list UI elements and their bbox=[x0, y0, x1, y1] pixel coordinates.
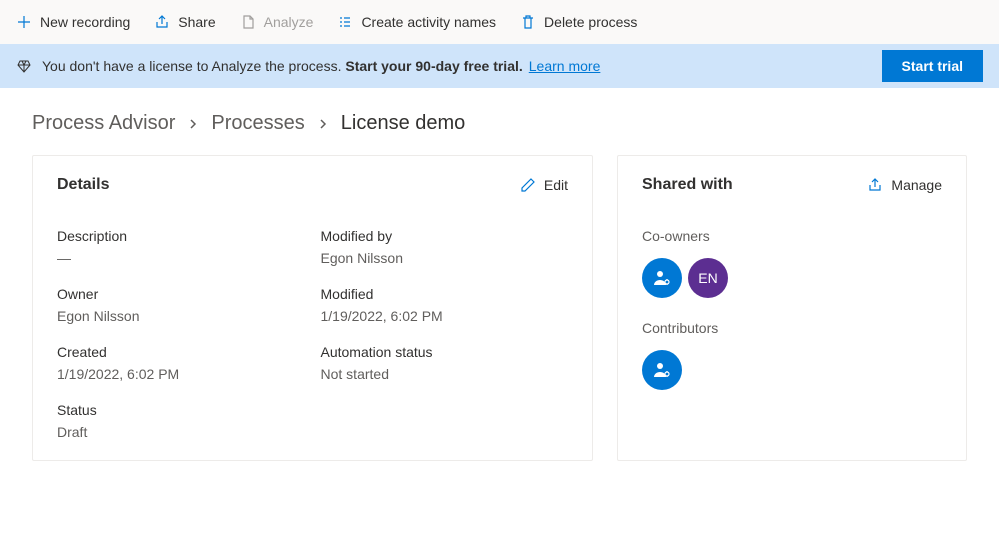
coowners-label: Co-owners bbox=[642, 228, 942, 244]
details-title: Details bbox=[57, 176, 109, 194]
modified-by-value: Egon Nilsson bbox=[321, 250, 569, 266]
share-icon bbox=[154, 14, 170, 30]
new-recording-button[interactable]: New recording bbox=[16, 14, 130, 30]
person-settings-icon bbox=[652, 360, 672, 380]
coowners-avatars: EN bbox=[642, 258, 942, 298]
analyze-button: Analyze bbox=[240, 14, 314, 30]
shared-card: Shared with Manage Co-owners EN Contribu… bbox=[617, 155, 967, 461]
breadcrumb: Process Advisor Processes License demo bbox=[0, 88, 999, 155]
details-header: Details Edit bbox=[57, 176, 568, 194]
created-value: 1/19/2022, 6:02 PM bbox=[57, 366, 305, 382]
owner-value: Egon Nilsson bbox=[57, 308, 305, 324]
trash-icon bbox=[520, 14, 536, 30]
chevron-right-icon bbox=[317, 118, 329, 130]
edit-button[interactable]: Edit bbox=[520, 177, 568, 193]
contributors-label: Contributors bbox=[642, 320, 942, 336]
avatar-system[interactable] bbox=[642, 258, 682, 298]
field-modified: Modified 1/19/2022, 6:02 PM bbox=[321, 286, 569, 324]
manage-label: Manage bbox=[891, 177, 942, 193]
person-settings-icon bbox=[652, 268, 672, 288]
description-label: Description bbox=[57, 228, 305, 244]
breadcrumb-root[interactable]: Process Advisor bbox=[32, 112, 175, 135]
banner-bold: Start your 90-day free trial. bbox=[345, 58, 522, 74]
learn-more-link[interactable]: Learn more bbox=[529, 58, 601, 74]
new-recording-label: New recording bbox=[40, 14, 130, 30]
plus-icon bbox=[16, 14, 32, 30]
analyze-icon bbox=[240, 14, 256, 30]
field-description: Description — bbox=[57, 228, 305, 266]
chevron-right-icon bbox=[187, 118, 199, 130]
contributors-avatars bbox=[642, 350, 942, 390]
status-value: Draft bbox=[57, 424, 305, 440]
create-activity-names-label: Create activity names bbox=[361, 14, 496, 30]
diamond-icon bbox=[16, 58, 32, 74]
shared-title: Shared with bbox=[642, 176, 733, 194]
delete-process-button[interactable]: Delete process bbox=[520, 14, 637, 30]
breadcrumb-current: License demo bbox=[341, 112, 466, 135]
automation-status-label: Automation status bbox=[321, 344, 569, 360]
pencil-icon bbox=[520, 177, 536, 193]
manage-button[interactable]: Manage bbox=[867, 177, 942, 193]
coowners-section: Co-owners EN bbox=[642, 228, 942, 298]
analyze-label: Analyze bbox=[264, 14, 314, 30]
breadcrumb-processes[interactable]: Processes bbox=[211, 112, 304, 135]
license-banner: You don't have a license to Analyze the … bbox=[0, 44, 999, 88]
toolbar: New recording Share Analyze Create activ… bbox=[0, 0, 999, 44]
field-modified-by: Modified by Egon Nilsson bbox=[321, 228, 569, 266]
create-activity-names-button[interactable]: Create activity names bbox=[337, 14, 496, 30]
delete-process-label: Delete process bbox=[544, 14, 637, 30]
avatar-system[interactable] bbox=[642, 350, 682, 390]
automation-status-value: Not started bbox=[321, 366, 569, 382]
details-card: Details Edit Description — Modified by E… bbox=[32, 155, 593, 461]
share-button[interactable]: Share bbox=[154, 14, 215, 30]
contributors-section: Contributors bbox=[642, 320, 942, 390]
banner-message: You don't have a license to Analyze the … bbox=[42, 58, 523, 74]
edit-label: Edit bbox=[544, 177, 568, 193]
created-label: Created bbox=[57, 344, 305, 360]
status-label: Status bbox=[57, 402, 305, 418]
cards-container: Details Edit Description — Modified by E… bbox=[0, 155, 999, 485]
shared-header: Shared with Manage bbox=[642, 176, 942, 194]
modified-by-label: Modified by bbox=[321, 228, 569, 244]
modified-label: Modified bbox=[321, 286, 569, 302]
start-trial-button[interactable]: Start trial bbox=[882, 50, 983, 82]
details-grid: Description — Modified by Egon Nilsson O… bbox=[57, 228, 568, 440]
owner-label: Owner bbox=[57, 286, 305, 302]
description-value: — bbox=[57, 250, 305, 266]
share-label: Share bbox=[178, 14, 215, 30]
list-icon bbox=[337, 14, 353, 30]
avatar-user[interactable]: EN bbox=[688, 258, 728, 298]
modified-value: 1/19/2022, 6:02 PM bbox=[321, 308, 569, 324]
field-automation-status: Automation status Not started bbox=[321, 344, 569, 382]
field-created: Created 1/19/2022, 6:02 PM bbox=[57, 344, 305, 382]
field-status: Status Draft bbox=[57, 402, 305, 440]
share-out-icon bbox=[867, 177, 883, 193]
field-owner: Owner Egon Nilsson bbox=[57, 286, 305, 324]
banner-pre: You don't have a license to Analyze the … bbox=[42, 58, 345, 74]
